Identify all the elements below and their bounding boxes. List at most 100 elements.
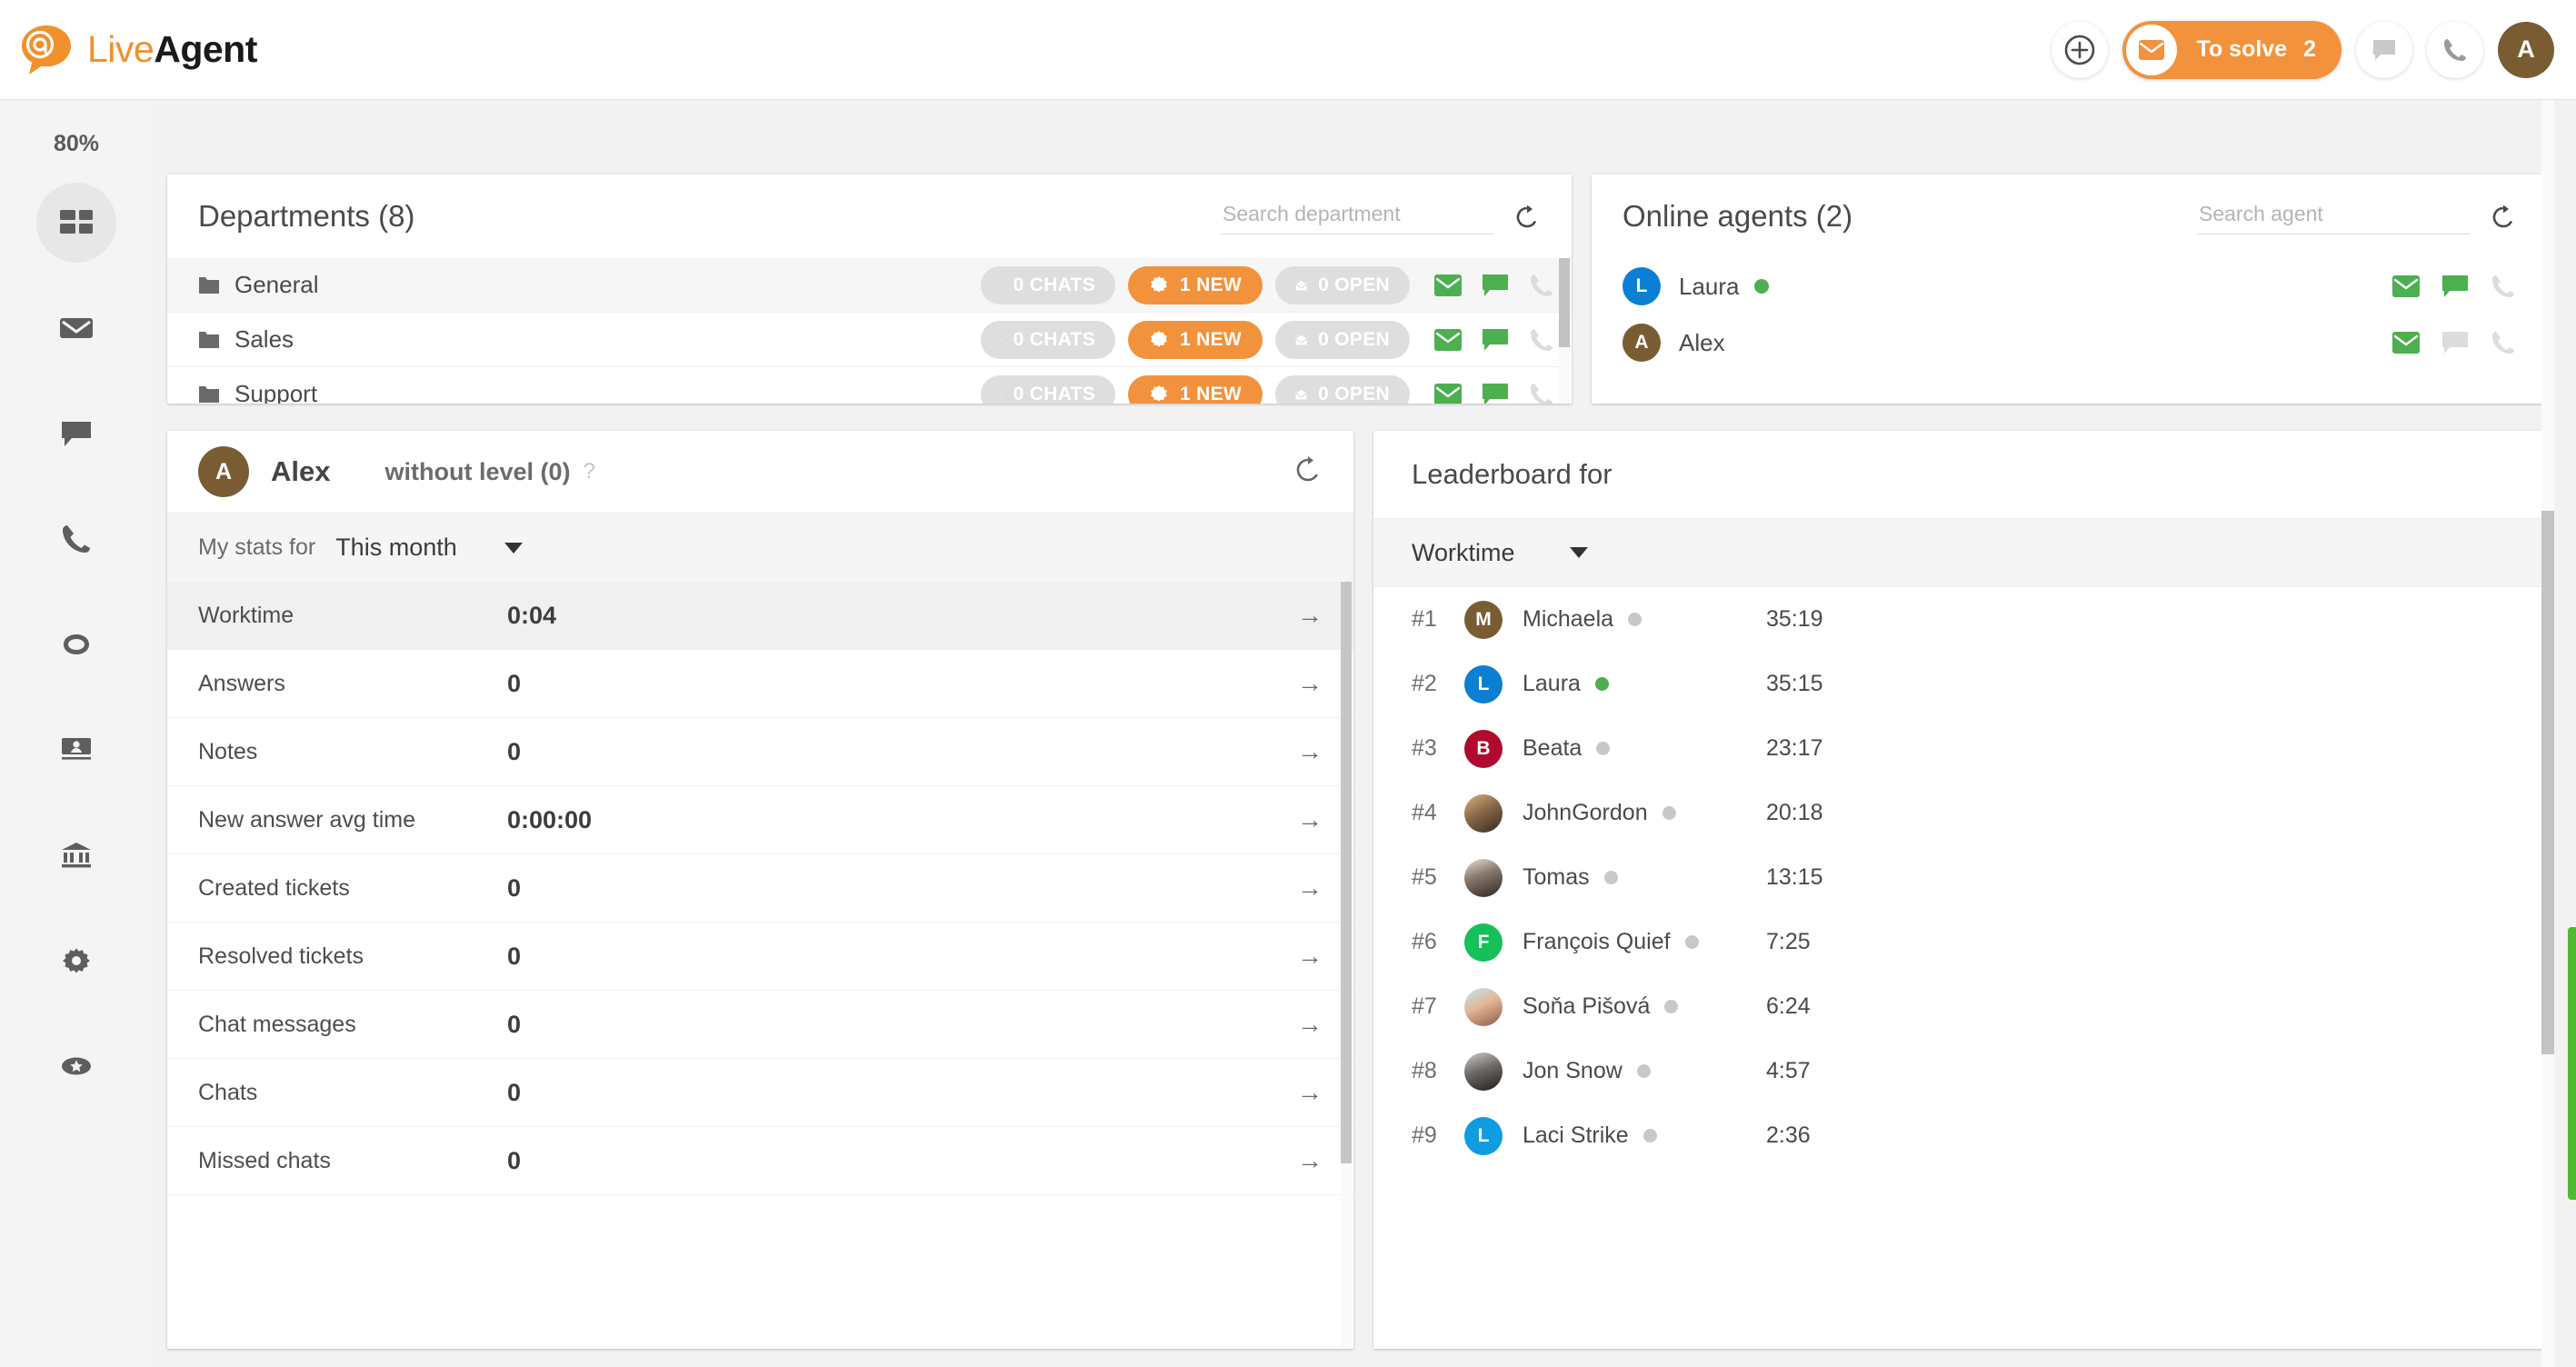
arrow-right-icon[interactable]: → [1297, 1078, 1323, 1107]
agent-call-button[interactable] [2490, 329, 2517, 356]
chat-button[interactable] [2356, 21, 2412, 78]
leaderboard-score: 35:19 [1766, 606, 1823, 632]
department-chat-button[interactable] [1481, 273, 1510, 298]
list-item[interactable]: A Alex [1592, 314, 2548, 371]
leaderboard-metric-value: Worktime [1412, 538, 1515, 566]
leaderboard-metric-select[interactable]: Worktime [1412, 539, 1588, 567]
chat-bubble-icon [1001, 284, 1003, 286]
table-row[interactable]: #3 B Beata 23:17 [1373, 716, 2548, 781]
chat-bubble-icon [1483, 328, 1508, 351]
table-row[interactable]: New answer avg time 0:00:00 → [167, 786, 1353, 854]
new-badge[interactable]: 1 NEW [1128, 265, 1263, 304]
sidebar-item-calls[interactable] [36, 499, 116, 579]
page-scrollbar[interactable] [2541, 100, 2554, 1367]
table-row[interactable]: Chats 0 → [167, 1059, 1353, 1127]
table-row[interactable]: #7 Soňa Pišová 6:24 [1373, 974, 2548, 1039]
arrow-right-icon[interactable]: → [1297, 601, 1323, 630]
online-agents-refresh-button[interactable] [2490, 204, 2517, 234]
table-row[interactable]: #2 L Laura 35:15 [1373, 652, 2548, 716]
arrow-right-icon[interactable]: → [1297, 942, 1323, 971]
department-call-button[interactable] [1528, 381, 1555, 404]
departments-refresh-button[interactable] [1513, 204, 1541, 234]
open-badge[interactable]: 0 OPEN [1275, 320, 1410, 359]
department-mail-button[interactable] [1433, 383, 1463, 404]
agent-mail-button[interactable] [2391, 274, 2421, 298]
arrow-right-icon[interactable]: → [1297, 805, 1323, 834]
department-chat-button[interactable] [1481, 382, 1510, 404]
starburst-icon [1151, 275, 1167, 293]
arrow-right-icon[interactable]: → [1297, 1146, 1323, 1175]
sidebar-item-chats[interactable] [36, 394, 116, 474]
open-badge[interactable]: 0 OPEN [1275, 374, 1410, 404]
leaderboard-title: Leaderboard for [1412, 458, 1612, 490]
chats-badge[interactable]: 0 CHATS [981, 374, 1115, 404]
table-row[interactable]: Worktime 0:04 → [167, 582, 1353, 650]
new-badge[interactable]: 1 NEW [1128, 320, 1263, 359]
table-row[interactable]: #9 L Laci Strike 2:36 [1373, 1103, 2548, 1168]
table-row[interactable]: Support 0 CHATS 1 NEW 0 OPEN [167, 367, 1572, 404]
table-row[interactable]: Created tickets 0 → [167, 854, 1353, 923]
my-stats-period-select[interactable]: This month [335, 534, 523, 562]
arrow-right-icon[interactable]: → [1297, 669, 1323, 698]
department-call-button[interactable] [1528, 272, 1555, 299]
new-badge[interactable]: 1 NEW [1128, 374, 1263, 404]
sidebar-item-tickets[interactable] [36, 288, 116, 368]
leaderboard-agent-name: Soňa Pišová [1523, 993, 1651, 1019]
table-row[interactable]: #4 JohnGordon 20:18 [1373, 781, 2548, 845]
department-chat-button[interactable] [1481, 327, 1510, 353]
sidebar-item-dashboard[interactable] [36, 183, 116, 263]
stat-value: 0 [507, 737, 522, 765]
user-avatar[interactable]: A [2498, 21, 2554, 78]
department-mail-button[interactable] [1433, 328, 1463, 352]
sidebar-item-activity[interactable] [36, 604, 116, 684]
table-row[interactable]: Answers 0 → [167, 650, 1353, 718]
department-badges: 0 CHATS 1 NEW 0 OPEN [981, 320, 1410, 359]
departments-list[interactable]: General 0 CHATS 1 NEW 0 OPEN Sales 0 CHA… [167, 258, 1572, 404]
table-row[interactable]: Chat messages 0 → [167, 991, 1353, 1059]
table-row[interactable]: #5 Tomas 13:15 [1373, 845, 2548, 910]
to-solve-button[interactable]: To solve 2 [2122, 20, 2341, 79]
department-call-button[interactable] [1528, 326, 1555, 354]
table-row[interactable]: #8 Jon Snow 4:57 [1373, 1039, 2548, 1103]
agent-mail-button[interactable] [2391, 331, 2421, 354]
chats-badge[interactable]: 0 CHATS [981, 320, 1115, 359]
chat-widget-tab[interactable] [2568, 927, 2576, 1200]
level-help-icon[interactable]: ? [584, 459, 595, 484]
table-row[interactable]: Resolved tickets 0 → [167, 923, 1353, 991]
sidebar-item-contacts[interactable] [36, 710, 116, 790]
agent-search-input[interactable] [2197, 198, 2470, 234]
avatar [1464, 987, 1503, 1026]
arrow-right-icon[interactable]: → [1297, 737, 1323, 766]
agent-call-button[interactable] [2490, 273, 2517, 300]
agent-chat-button[interactable] [2441, 330, 2470, 355]
arrow-right-icon[interactable]: → [1297, 873, 1323, 903]
call-button[interactable] [2427, 21, 2483, 78]
table-row[interactable]: General 0 CHATS 1 NEW 0 OPEN [167, 258, 1572, 313]
my-stats-scrollbar-thumb[interactable] [1341, 582, 1352, 1163]
department-mail-button[interactable] [1433, 274, 1463, 297]
page-scrollbar-thumb[interactable] [2541, 511, 2554, 1054]
open-badge[interactable]: 0 OPEN [1275, 265, 1410, 304]
sidebar-item-settings[interactable] [36, 921, 116, 1001]
department-search-input[interactable] [1221, 198, 1493, 234]
my-stats-refresh-button[interactable] [1293, 455, 1323, 489]
list-item[interactable]: L Laura [1592, 258, 2548, 314]
table-row[interactable]: #6 F François Quief 7:25 [1373, 910, 2548, 974]
arrow-right-icon[interactable]: → [1297, 1010, 1323, 1039]
starburst-icon [1151, 384, 1167, 402]
sidebar-item-companies[interactable] [36, 815, 116, 895]
chats-badge[interactable]: 0 CHATS [981, 265, 1115, 304]
my-stats-scrollbar[interactable] [1341, 582, 1352, 1349]
table-row[interactable]: #1 M Michaela 35:19 [1373, 587, 2548, 652]
agent-chat-button[interactable] [2441, 274, 2470, 299]
app-logo[interactable]: LiveAgent [18, 22, 257, 78]
chat-bubble-icon [2442, 332, 2468, 354]
sidebar-item-favorites[interactable] [36, 1026, 116, 1106]
table-row[interactable]: Sales 0 CHATS 1 NEW 0 OPEN [167, 313, 1572, 367]
departments-scrollbar-thumb[interactable] [1559, 258, 1570, 347]
add-new-button[interactable] [2051, 21, 2108, 78]
table-row[interactable]: Notes 0 → [167, 718, 1353, 786]
chevron-down-icon [504, 542, 523, 554]
departments-scrollbar[interactable] [1559, 258, 1570, 404]
table-row[interactable]: Missed chats 0 → [167, 1127, 1353, 1195]
